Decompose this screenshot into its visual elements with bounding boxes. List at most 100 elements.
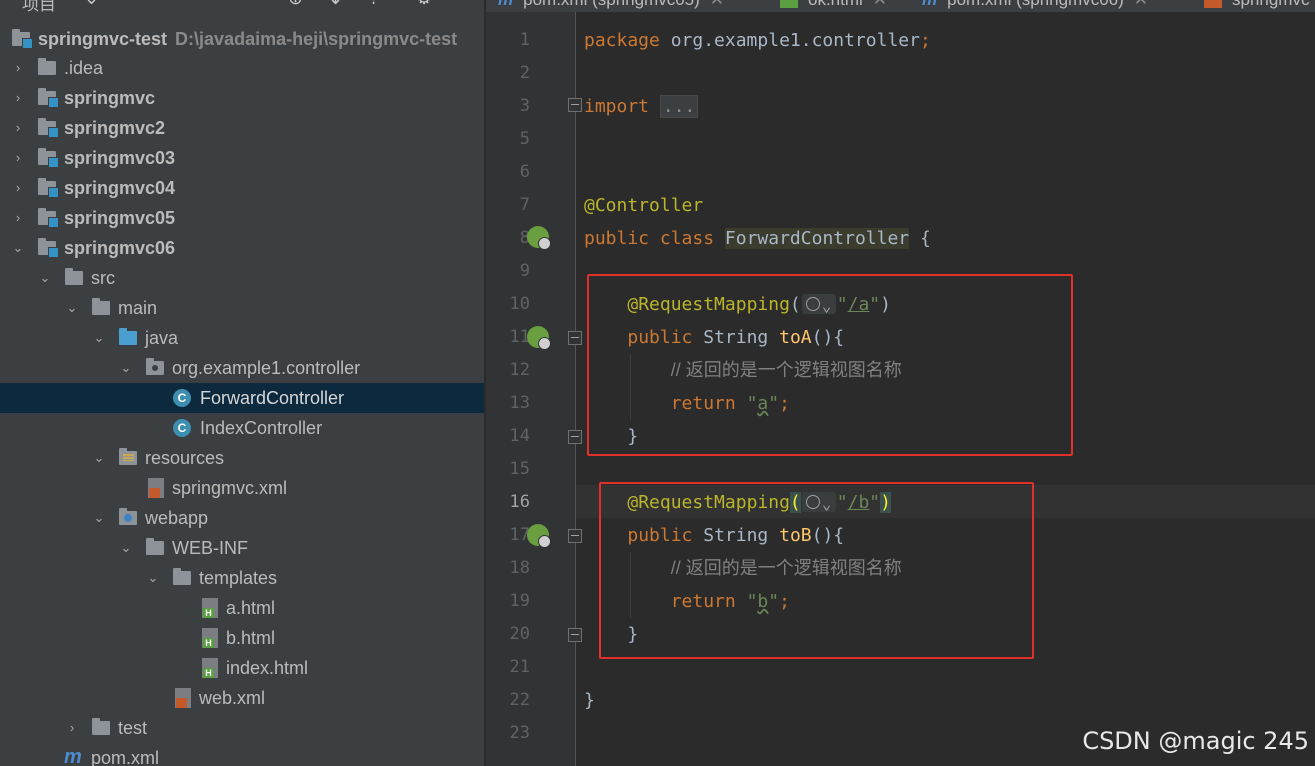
tree-item-test[interactable]: › test bbox=[0, 713, 484, 743]
tree-item-idea[interactable]: › .idea bbox=[0, 53, 484, 83]
tree-item-label: springmvc.xml bbox=[172, 478, 288, 498]
tree-item-label: springmvc03 bbox=[64, 148, 176, 168]
module-folder-icon bbox=[12, 29, 33, 49]
chevron-right-icon[interactable]: › bbox=[10, 113, 26, 143]
fold-collapse-icon[interactable] bbox=[568, 430, 582, 444]
tree-item-label: web.xml bbox=[199, 688, 266, 708]
chevron-down-icon[interactable]: ⌄ bbox=[91, 503, 107, 533]
tab-pom-springmvc05[interactable]: m pom.xml (springmvc05) ✕ bbox=[498, 0, 724, 10]
locate-file-icon[interactable]: ⊕ bbox=[288, 0, 303, 9]
html-file-icon bbox=[202, 628, 218, 648]
tree-item-java[interactable]: ⌄ java bbox=[0, 323, 484, 353]
tree-item-springmvc03[interactable]: › springmvc03 bbox=[0, 143, 484, 173]
chevron-right-icon[interactable]: › bbox=[10, 173, 26, 203]
tree-item-indexcontroller[interactable]: C IndexController bbox=[0, 413, 484, 443]
tree-item-springmvc-test[interactable]: springmvc-test D:\javadaima-heji\springmv… bbox=[0, 24, 484, 54]
chevron-down-icon[interactable]: ⌄ bbox=[91, 443, 107, 473]
tree-item-b-html[interactable]: b.html bbox=[0, 623, 484, 653]
close-icon[interactable]: ✕ bbox=[710, 0, 724, 9]
gear-icon[interactable]: ⚙ bbox=[416, 0, 432, 9]
project-panel-header: 项目 ⌄ ⊕ ⇣ ⇡ ⚙ — bbox=[0, 0, 484, 14]
tree-item-resources[interactable]: ⌄ resources bbox=[0, 443, 484, 473]
folder-icon bbox=[173, 568, 191, 585]
tree-item-src[interactable]: ⌄ src bbox=[0, 263, 484, 293]
tree-item-label: src bbox=[91, 268, 115, 288]
chevron-right-icon[interactable]: › bbox=[10, 203, 26, 233]
chevron-down-icon[interactable]: ⌄ bbox=[118, 353, 134, 383]
keyword-import: import bbox=[584, 96, 650, 117]
code-line-22: } bbox=[584, 684, 595, 717]
collapse-all-icon[interactable]: ⇡ bbox=[366, 0, 381, 9]
line-number: 10 bbox=[509, 294, 530, 314]
chevron-down-icon[interactable]: ⌄ bbox=[64, 293, 80, 323]
project-panel-title[interactable]: 项目 bbox=[22, 0, 56, 15]
chevron-right-icon[interactable]: › bbox=[10, 83, 26, 113]
tree-item-webapp[interactable]: ⌄ webapp bbox=[0, 503, 484, 533]
chevron-down-icon[interactable]: ⌄ bbox=[37, 263, 53, 293]
tree-item-web-inf[interactable]: ⌄ WEB-INF bbox=[0, 533, 484, 563]
tree-item-label: a.html bbox=[226, 598, 276, 618]
tree-item-label: org.example1.controller bbox=[172, 358, 361, 378]
chevron-right-icon[interactable]: › bbox=[10, 143, 26, 173]
fold-collapse-icon[interactable] bbox=[568, 331, 582, 345]
chevron-down-icon[interactable]: ⌄ bbox=[91, 323, 107, 353]
tree-item-springmvc06[interactable]: ⌄ springmvc06 bbox=[0, 233, 484, 263]
chevron-down-icon[interactable]: ⌄ bbox=[84, 0, 99, 9]
fold-collapse-icon[interactable] bbox=[568, 529, 582, 543]
tree-item-label: springmvc bbox=[64, 88, 156, 108]
spring-bean-icon[interactable] bbox=[527, 226, 551, 250]
line-number: 3 bbox=[519, 96, 530, 116]
tree-item-label: main bbox=[118, 298, 158, 318]
tree-item-label: webapp bbox=[145, 508, 209, 528]
line-number: 16 bbox=[509, 492, 530, 512]
fold-collapse-icon[interactable] bbox=[568, 628, 582, 642]
tree-item-package[interactable]: ⌄ org.example1.controller bbox=[0, 353, 484, 383]
tree-item-springmvc-xml[interactable]: springmvc.xml bbox=[0, 473, 484, 503]
minimize-icon[interactable]: — bbox=[456, 0, 474, 9]
tree-item-main[interactable]: ⌄ main bbox=[0, 293, 484, 323]
tree-item-label: springmvc-test bbox=[38, 29, 168, 49]
tree-item-pom-xml[interactable]: m pom.xml bbox=[0, 743, 484, 766]
chevron-down-icon[interactable]: ⌄ bbox=[10, 233, 26, 263]
tab-label: pom.xml (springmvc06) bbox=[947, 0, 1124, 9]
tree-item-index-html[interactable]: index.html bbox=[0, 653, 484, 683]
tree-item-label: resources bbox=[145, 448, 225, 468]
tab-ok-html[interactable]: ok.html ✕ bbox=[780, 0, 887, 10]
line-number: 20 bbox=[509, 624, 530, 644]
tree-item-springmvc[interactable]: › springmvc bbox=[0, 83, 484, 113]
tree-item-label: ForwardController bbox=[200, 388, 345, 408]
tree-item-templates[interactable]: ⌄ templates bbox=[0, 563, 484, 593]
html-file-icon bbox=[202, 598, 218, 618]
chevron-down-icon[interactable]: ⌄ bbox=[145, 563, 161, 593]
web-folder-icon bbox=[119, 508, 137, 525]
tree-item-springmvc2[interactable]: › springmvc2 bbox=[0, 113, 484, 143]
keyword-class: class bbox=[659, 228, 715, 249]
tree-item-web-xml[interactable]: web.xml bbox=[0, 683, 484, 713]
folder-icon bbox=[92, 718, 110, 735]
line-number: 9 bbox=[519, 261, 530, 281]
close-icon[interactable]: ✕ bbox=[873, 0, 887, 9]
chevron-right-icon[interactable]: › bbox=[64, 713, 80, 743]
tree-item-springmvc05[interactable]: › springmvc05 bbox=[0, 203, 484, 233]
tab-springmvc-xml[interactable]: springmvc bbox=[1204, 0, 1309, 10]
line-number: 18 bbox=[509, 558, 530, 578]
line-number: 13 bbox=[509, 393, 530, 413]
spring-request-mapping-icon[interactable] bbox=[527, 524, 551, 548]
folded-imports[interactable]: ... bbox=[659, 95, 699, 118]
tree-item-a-html[interactable]: a.html bbox=[0, 593, 484, 623]
line-number: 1 bbox=[519, 30, 530, 50]
tree-item-forwardcontroller[interactable]: C ForwardController bbox=[0, 383, 484, 413]
spring-request-mapping-icon[interactable] bbox=[527, 326, 551, 350]
close-icon[interactable]: ✕ bbox=[1134, 0, 1148, 9]
tree-item-label: b.html bbox=[226, 628, 276, 648]
editor-tabs: m pom.xml (springmvc05) ✕ ok.html ✕ m pom.xm… bbox=[486, 0, 1315, 12]
highlight-box-toB bbox=[599, 482, 1034, 659]
open-brace: { bbox=[919, 228, 931, 249]
expand-all-icon[interactable]: ⇣ bbox=[328, 0, 343, 9]
chevron-right-icon[interactable]: › bbox=[10, 53, 26, 83]
chevron-down-icon[interactable]: ⌄ bbox=[118, 533, 134, 563]
tree-item-springmvc04[interactable]: › springmvc04 bbox=[0, 173, 484, 203]
tab-pom-springmvc06[interactable]: m pom.xml (springmvc06) ✕ bbox=[922, 0, 1148, 10]
fold-expand-icon[interactable] bbox=[568, 98, 582, 112]
folder-icon bbox=[38, 58, 56, 75]
